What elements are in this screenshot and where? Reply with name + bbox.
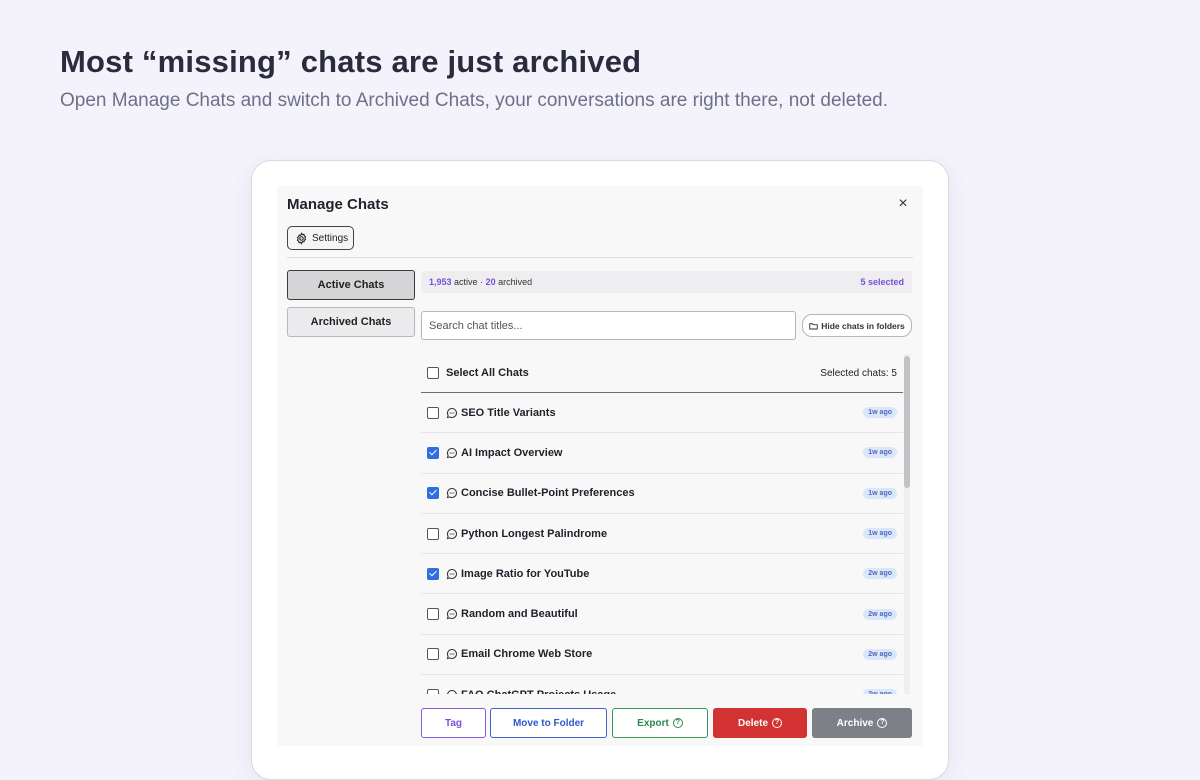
archive-label: Archive [836, 717, 874, 729]
stats-bar: 1,953 active · 20 archived 5 selected [421, 271, 912, 293]
chat-row[interactable]: FAQ ChatGPT Projects Usage 2w ago [421, 675, 903, 694]
chat-age-badge: 2w ago [863, 648, 897, 660]
chat-checkbox[interactable] [427, 688, 439, 694]
chat-bubble-icon [446, 568, 457, 580]
export-label: Export [637, 717, 669, 729]
select-all-row[interactable]: Select All Chats Selected chats: 5 [421, 354, 903, 393]
chat-title: Concise Bullet-Point Preferences [461, 487, 635, 500]
scrollbar[interactable] [904, 354, 910, 694]
chat-age-badge: 1w ago [863, 487, 897, 499]
chat-row[interactable]: Concise Bullet-Point Preferences 1w ago [421, 474, 903, 514]
settings-button[interactable]: Settings [287, 226, 354, 250]
archived-text: archived [498, 277, 533, 287]
chat-title: FAQ ChatGPT Projects Usage [461, 689, 616, 694]
scrollbar-thumb[interactable] [904, 356, 910, 488]
search-input[interactable] [421, 311, 796, 340]
delete-button[interactable]: Delete ? [713, 708, 807, 738]
chat-title: Random and Beautiful [461, 608, 578, 621]
folder-icon [809, 322, 818, 329]
chat-bubble-icon [446, 609, 457, 620]
select-all-checkbox[interactable] [427, 367, 439, 379]
chat-row[interactable]: Random and Beautiful 2w ago [421, 594, 903, 635]
chat-checkbox[interactable] [427, 446, 439, 459]
chat-bubble-icon [446, 488, 457, 499]
chat-row[interactable]: Image Ratio for YouTube 2w ago [421, 554, 903, 595]
chat-checkbox[interactable] [427, 608, 439, 621]
stats-summary: 1,953 active · 20 archived [429, 277, 532, 287]
chat-age-badge: 1w ago [863, 447, 897, 459]
chat-row[interactable]: AI Impact Overview 1w ago [421, 433, 903, 474]
select-all-label: Select All Chats [446, 367, 529, 379]
chat-row[interactable]: Email Chrome Web Store 2w ago [421, 635, 903, 676]
chat-row[interactable]: Python Longest Palindrome 1w ago [421, 514, 903, 555]
settings-label: Settings [312, 232, 349, 244]
chat-title: AI Impact Overview [461, 446, 563, 459]
chat-age-badge: 1w ago [863, 407, 897, 419]
close-button[interactable]: × [893, 194, 913, 214]
chat-age-badge: 2w ago [863, 568, 897, 580]
chat-age-badge: 2w ago [863, 689, 897, 694]
chat-title: Python Longest Palindrome [461, 527, 608, 540]
header-divider [287, 257, 913, 258]
tag-button[interactable]: Tag [421, 708, 486, 738]
chat-bubble-icon [446, 528, 457, 539]
archived-count: 20 [485, 277, 496, 287]
chat-checkbox[interactable] [427, 487, 439, 500]
manage-chats-modal: Manage Chats × Settings Active Chats Arc… [277, 186, 923, 746]
chat-age-badge: 2w ago [863, 608, 897, 620]
archive-button[interactable]: Archive ? [812, 708, 912, 738]
move-to-folder-button[interactable]: Move to Folder [490, 708, 607, 738]
export-button[interactable]: Export ? [612, 708, 708, 738]
chat-bubble-icon [446, 407, 457, 418]
chat-checkbox[interactable] [427, 648, 439, 661]
page-subline: Open Manage Chats and switch to Archived… [60, 90, 889, 111]
chat-rows: SEO Title Variants 1w ago AI Impact Overvi… [421, 393, 903, 694]
chat-checkbox[interactable] [427, 527, 439, 540]
chat-row[interactable]: SEO Title Variants 1w ago [421, 393, 903, 434]
help-icon: ? [877, 718, 888, 728]
hide-chats-label: Hide chats in folders [821, 320, 905, 331]
chat-checkbox[interactable] [427, 567, 439, 580]
move-label: Move to Folder [512, 717, 585, 729]
chat-bubble-icon [447, 689, 457, 694]
chat-title: SEO Title Variants [461, 406, 556, 419]
modal-title: Manage Chats [287, 196, 389, 213]
chat-title: Email Chrome Web Store [461, 648, 593, 661]
tag-label: Tag [444, 717, 463, 729]
selected-chats-count: Selected chats: 5 [820, 367, 897, 379]
hide-chats-in-folders-button[interactable]: Hide chats in folders [802, 314, 912, 337]
page-headline: Most “missing” chats are just archived [60, 44, 642, 79]
chat-title: Image Ratio for YouTube [461, 567, 590, 580]
active-text: active · [454, 277, 484, 287]
delete-label: Delete [737, 717, 768, 729]
selected-count-badge: 5 selected [860, 277, 904, 287]
chat-list: Select All Chats Selected chats: 5 SEO T… [421, 354, 903, 694]
chat-bubble-icon [446, 649, 457, 660]
chat-age-badge: 1w ago [863, 528, 897, 540]
gear-icon [296, 231, 307, 245]
chat-bubble-icon [446, 447, 457, 459]
sidebar-item-archived-chats[interactable]: Archived Chats [287, 307, 415, 337]
chat-checkbox[interactable] [427, 406, 439, 419]
help-icon: ? [772, 718, 782, 728]
active-count: 1,953 [429, 277, 452, 287]
sidebar-item-active-chats[interactable]: Active Chats [287, 270, 415, 300]
help-icon: ? [672, 718, 683, 728]
